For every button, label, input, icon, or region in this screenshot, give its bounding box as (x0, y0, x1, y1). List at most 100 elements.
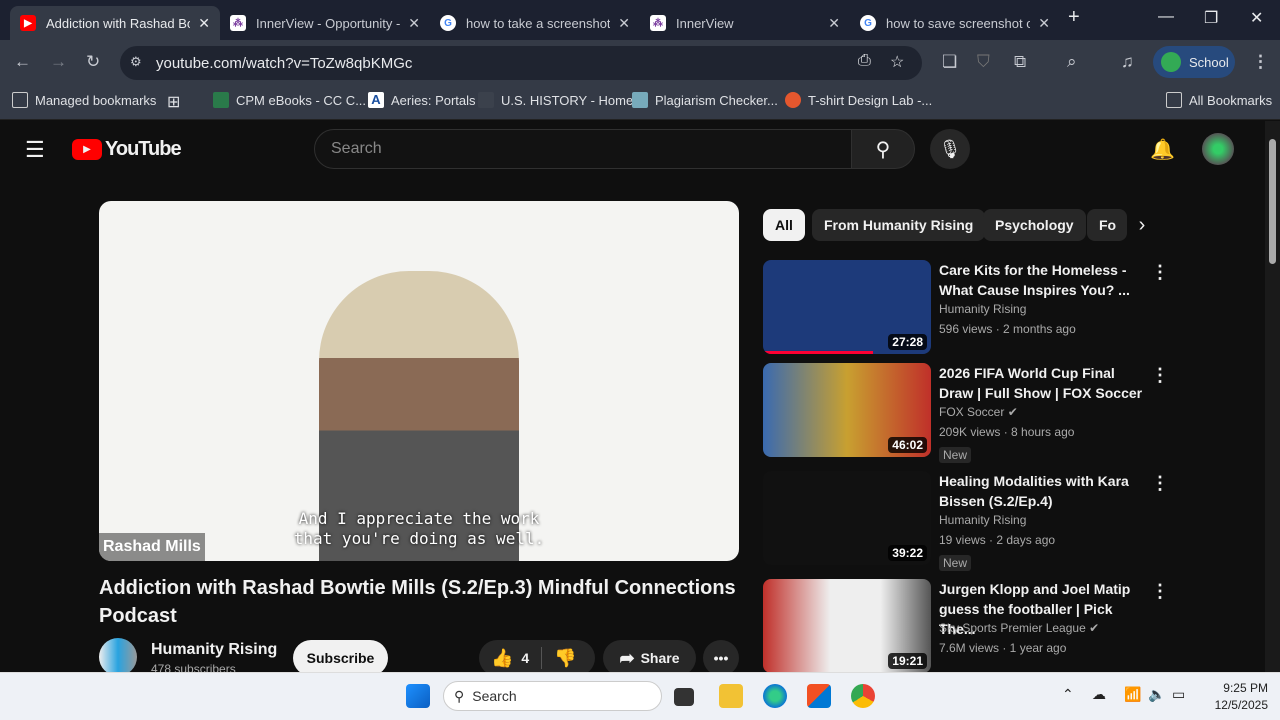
bookmark-cpm[interactable]: CPM eBooks - CC C... (213, 92, 366, 108)
reload-icon[interactable]: ↻ (86, 52, 100, 72)
bookmark-aeries[interactable]: A Aeries: Portals (368, 92, 476, 108)
video-thumbnail[interactable]: 19:21 (763, 579, 931, 673)
bookmark-label: Managed bookmarks (35, 92, 157, 108)
video-thumbnail[interactable]: 46:02 (763, 363, 931, 457)
menu-icon[interactable]: ⋮ (1252, 52, 1269, 72)
tray-chevron-icon[interactable]: ⌃ (1062, 686, 1074, 703)
search-button[interactable]: ⚲ (851, 129, 915, 169)
edge-icon[interactable] (763, 684, 787, 708)
bookmark-tshirt[interactable]: T-shirt Design Lab -... (785, 92, 932, 108)
close-window-button[interactable]: ✕ (1250, 8, 1263, 28)
video-player[interactable]: And I appreciate the work that you're doi… (99, 201, 739, 561)
hamburger-menu-icon[interactable]: ☰ (25, 137, 45, 163)
bookmark-us-history[interactable]: U.S. HISTORY - Home (478, 92, 633, 108)
store-icon[interactable] (807, 684, 831, 708)
chip-all[interactable]: All (763, 209, 805, 241)
recommendation-channel: Humanity Rising (939, 513, 1027, 527)
bookmark-label: U.S. HISTORY - Home (501, 92, 634, 108)
profile-button[interactable]: School (1153, 46, 1235, 78)
folder-icon (1166, 92, 1182, 108)
video-thumbnail[interactable]: 39:22 (763, 471, 931, 565)
speaker-name-label: Rashad Mills (99, 533, 205, 561)
close-tab-icon[interactable]: ✕ (828, 15, 840, 32)
chip-partial[interactable]: Fo (1087, 209, 1127, 241)
volume-icon[interactable]: 🔈 (1148, 686, 1165, 703)
chip-from-humanity-rising[interactable]: From Humanity Rising (812, 209, 986, 241)
new-tab-button[interactable]: + (1068, 6, 1080, 29)
bookmark-managed[interactable]: Managed bookmarks (12, 92, 156, 108)
bookmark-plagiarism[interactable]: Plagiarism Checker... (632, 92, 778, 108)
install-app-icon[interactable]: ⎙ (858, 52, 871, 70)
recommendation-item[interactable]: 39:22 Healing Modalities with Kara Bisse… (763, 471, 1169, 571)
close-tab-icon[interactable]: ✕ (618, 15, 630, 32)
profile-label: School (1189, 54, 1229, 70)
recommendation-meta: 7.6M views · 1 year ago (939, 641, 1067, 655)
windows-start-icon[interactable] (406, 684, 430, 708)
wifi-icon[interactable]: 📶 (1124, 686, 1141, 703)
notifications-bell-icon[interactable]: 🔔 (1150, 137, 1175, 162)
extensions-icon[interactable]: ⧉ (1014, 52, 1026, 72)
apps-grid-icon[interactable]: ⊞ (167, 92, 180, 112)
chrome-icon[interactable] (851, 684, 875, 708)
dislike-icon[interactable]: 👎 (554, 648, 576, 669)
restore-button[interactable]: ❐ (1204, 8, 1218, 28)
voice-search-button[interactable]: 🎙 (930, 129, 970, 169)
tab-google-screenshot[interactable]: Ghow to take a screenshot on ✕ (430, 6, 640, 40)
more-options-icon[interactable]: ⋮ (1151, 581, 1169, 602)
user-avatar[interactable] (1202, 133, 1234, 165)
recommendation-meta: 209K views · 8 hours ago (939, 425, 1075, 439)
youtube-logo[interactable]: ▶ YouTube (72, 138, 182, 161)
minimize-button[interactable]: — (1158, 8, 1174, 26)
more-options-icon[interactable]: ⋮ (1151, 365, 1169, 386)
close-tab-icon[interactable]: ✕ (1038, 15, 1050, 32)
extension-copy-icon[interactable]: ❏ (942, 52, 957, 72)
file-explorer-icon[interactable] (719, 684, 743, 708)
page-scrollbar[interactable] (1265, 121, 1280, 672)
channel-name[interactable]: Humanity Rising (151, 641, 277, 659)
subscribe-button[interactable]: Subscribe (293, 640, 388, 676)
close-tab-icon[interactable]: ✕ (408, 15, 420, 32)
channel-avatar[interactable] (99, 638, 137, 676)
recommendation-item[interactable]: 19:21 Jurgen Klopp and Joel Matip guess … (763, 579, 1169, 679)
scrollbar-thumb[interactable] (1269, 139, 1276, 264)
site-info-icon[interactable]: ⚙ (130, 54, 142, 70)
tab-innerview[interactable]: ⁂ InnerView ✕ (640, 6, 850, 40)
recommendation-channel: Humanity Rising (939, 302, 1027, 316)
share-button[interactable]: ➦ Share (603, 640, 696, 676)
search-input[interactable]: Search (314, 129, 852, 169)
back-icon[interactable]: ← (14, 52, 31, 72)
tab-strip: ▶ Addiction with Rashad Bowtie ✕ ⁂ InnerVie… (0, 0, 1280, 40)
like-icon[interactable]: 👍 (491, 648, 513, 669)
tab-google-save-screenshot[interactable]: Ghow to save screenshot on ✕ (850, 6, 1060, 40)
close-tab-icon[interactable]: ✕ (198, 15, 210, 32)
task-view-icon[interactable] (674, 688, 694, 706)
tab-youtube[interactable]: ▶ Addiction with Rashad Bowtie ✕ (10, 6, 220, 40)
tab-title: how to save screenshot on (886, 15, 1031, 31)
tab-innerview-opportunity[interactable]: ⁂ InnerView - Opportunity - ✕ (220, 6, 430, 40)
recommendation-item[interactable]: 27:28 Care Kits for the Homeless - What … (763, 260, 1169, 360)
battery-icon[interactable]: ▭ (1172, 686, 1185, 703)
share-icon: ➦ (619, 647, 635, 668)
shield-icon[interactable]: ⛉ (977, 52, 990, 72)
more-options-icon[interactable]: ⋮ (1151, 473, 1169, 494)
video-thumbnail[interactable]: 27:28 (763, 260, 931, 354)
verified-check-icon: ✔ (1007, 405, 1018, 419)
date: 12/5/2025 (1214, 698, 1268, 712)
chip-psychology[interactable]: Psychology (983, 209, 1086, 241)
address-bar[interactable]: ⚙ youtube.com/watch?v=ToZw8qbKMGc ⎙ ☆ (120, 46, 922, 80)
more-actions-button[interactable]: ••• (703, 640, 739, 676)
time: 9:25 PM (1223, 681, 1268, 695)
more-options-icon[interactable]: ⋮ (1151, 262, 1169, 283)
chevron-right-icon[interactable]: › (1127, 209, 1157, 241)
recommendation-item[interactable]: 46:02 2026 FIFA World Cup Final Draw | F… (763, 363, 1169, 463)
all-bookmarks[interactable]: All Bookmarks (1166, 92, 1272, 108)
taskbar-search[interactable]: ⚲ Search (443, 681, 662, 711)
recommendation-title: 2026 FIFA World Cup Final Draw | Full Sh… (939, 365, 1143, 401)
clock[interactable]: 9:25 PM 12/5/2025 (1200, 680, 1268, 714)
bookmark-star-icon[interactable]: ☆ (890, 52, 904, 72)
tab-search-icon[interactable]: ⌕ (1067, 52, 1077, 72)
media-controls-icon[interactable]: ♫ (1121, 52, 1134, 72)
onedrive-offline-icon[interactable]: ☁ (1092, 686, 1106, 703)
search-icon: ⚲ (875, 138, 891, 161)
forward-icon[interactable]: → (50, 52, 67, 72)
